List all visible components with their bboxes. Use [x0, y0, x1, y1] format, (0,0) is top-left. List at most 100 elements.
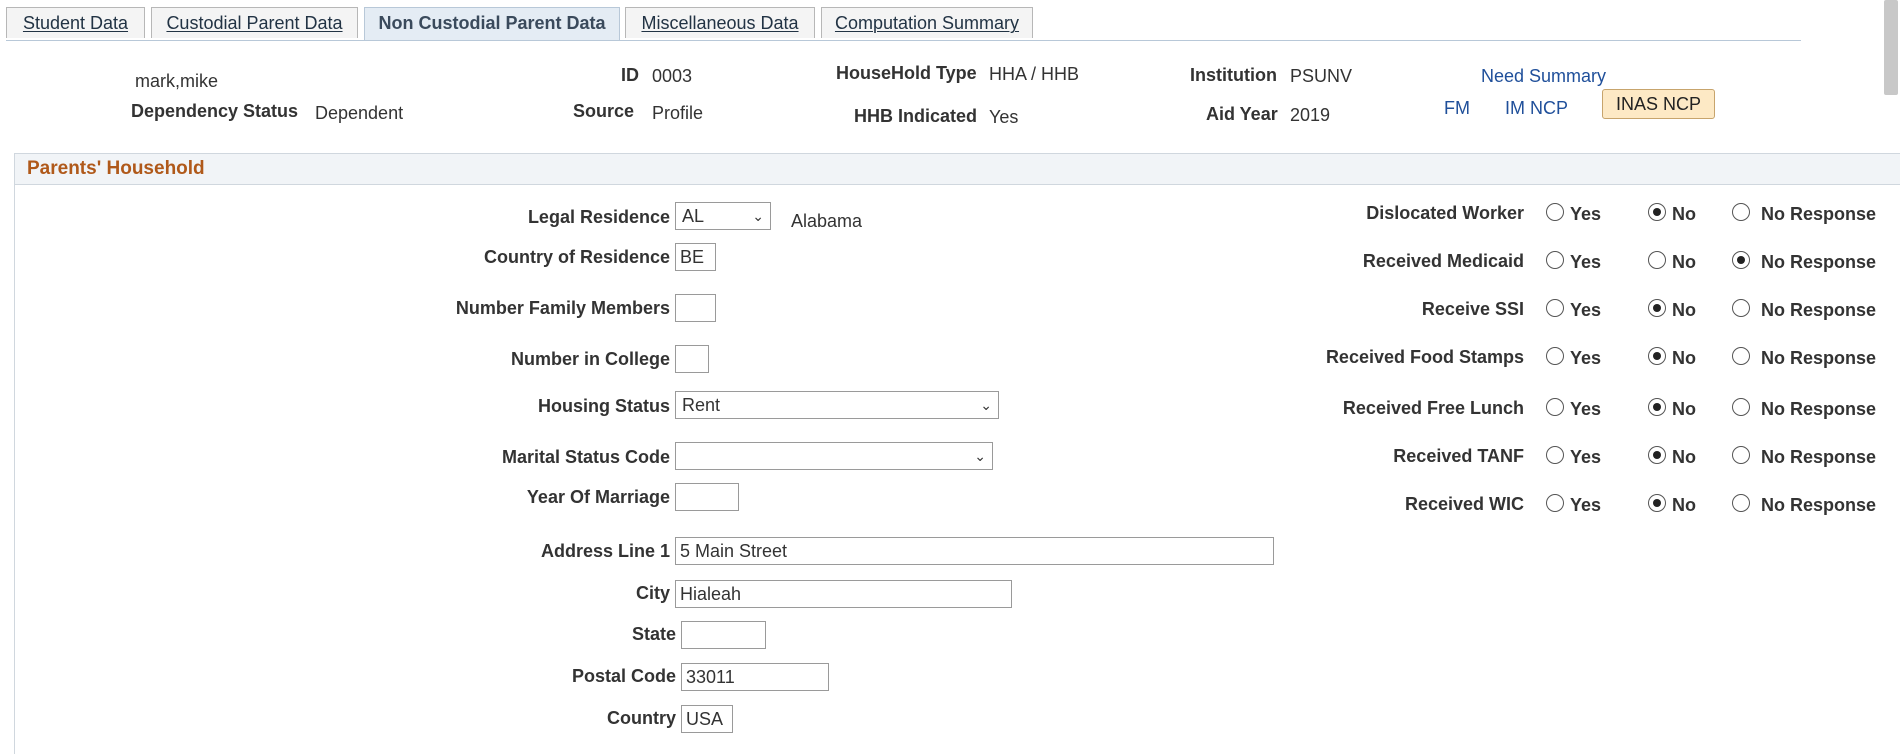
country-of-residence-input[interactable]: BE: [675, 243, 716, 271]
source-label: Source: [573, 101, 635, 121]
city-input[interactable]: Hialeah: [675, 580, 1012, 608]
received-medicaid-no-label: No: [1672, 252, 1696, 272]
receive-ssi-no-response-radio[interactable]: [1732, 299, 1750, 317]
country-of-residence-label: Country of Residence: [483, 247, 670, 267]
household-type-value: HHA / HHB: [989, 64, 1080, 84]
student-name: mark,mike: [135, 71, 219, 91]
dislocated-worker-yes-label: Yes: [1570, 204, 1602, 224]
tab-non-custodial-parent-data[interactable]: Non Custodial Parent Data: [364, 7, 620, 40]
aid-year-value: 2019: [1290, 105, 1331, 125]
received-medicaid-yes-radio[interactable]: [1546, 251, 1564, 269]
received-free-lunch-no-label: No: [1672, 399, 1696, 419]
received-free-lunch-no-radio[interactable]: [1648, 398, 1666, 416]
received-medicaid-yes-label: Yes: [1570, 252, 1602, 272]
received-wic-yes-label: Yes: [1570, 495, 1602, 515]
year-of-marriage-label: Year Of Marriage: [526, 487, 670, 507]
received-tanf-no-radio[interactable]: [1648, 446, 1666, 464]
number-in-college-label: Number in College: [510, 349, 670, 369]
im-ncp-link[interactable]: IM NCP: [1505, 98, 1568, 119]
chevron-down-icon: ⌄: [974, 448, 986, 464]
received-food-stamps-no-response-label: No Response: [1761, 348, 1877, 368]
received-wic-no-label: No: [1672, 495, 1696, 515]
received-food-stamps-label: Received Food Stamps: [1325, 347, 1524, 367]
receive-ssi-no-radio[interactable]: [1648, 299, 1666, 317]
housing-status-value: Rent: [682, 395, 721, 415]
hhb-indicated-value: Yes: [989, 107, 1019, 127]
housing-status-label: Housing Status: [537, 396, 670, 416]
dislocated-worker-no-label: No: [1672, 204, 1696, 224]
legal-residence-description: Alabama: [791, 211, 863, 231]
received-tanf-label: Received TANF: [1393, 446, 1524, 466]
received-food-stamps-no-label: No: [1672, 348, 1696, 368]
city-label: City: [635, 583, 670, 603]
dislocated-worker-label: Dislocated Worker: [1366, 203, 1524, 223]
tab-custodial-parent-data[interactable]: Custodial Parent Data: [151, 7, 358, 38]
tab-bar: Student Data Custodial Parent Data Non C…: [6, 0, 1801, 41]
received-food-stamps-no-response-radio[interactable]: [1732, 347, 1750, 365]
marital-status-code-label: Marital Status Code: [501, 447, 670, 467]
received-medicaid-label: Received Medicaid: [1362, 251, 1524, 271]
received-food-stamps-yes-radio[interactable]: [1546, 347, 1564, 365]
vertical-scrollbar[interactable]: [1884, 0, 1898, 95]
number-family-members-label: Number Family Members: [455, 298, 670, 318]
legal-residence-label: Legal Residence: [527, 207, 670, 227]
receive-ssi-no-label: No: [1672, 300, 1696, 320]
receive-ssi-label: Receive SSI: [1421, 299, 1524, 319]
address-line-1-input[interactable]: 5 Main Street: [675, 537, 1274, 565]
institution-value: PSUNV: [1290, 66, 1353, 86]
received-free-lunch-label: Received Free Lunch: [1342, 398, 1524, 418]
dependency-status-value: Dependent: [315, 103, 404, 123]
housing-status-select[interactable]: Rent ⌄: [675, 391, 999, 419]
number-family-members-input[interactable]: [675, 294, 716, 322]
address-line-1-label: Address Line 1: [540, 541, 670, 561]
marital-status-code-select[interactable]: ⌄: [675, 442, 993, 470]
received-free-lunch-no-response-radio[interactable]: [1732, 398, 1750, 416]
fm-link[interactable]: FM: [1444, 98, 1470, 119]
dislocated-worker-no-radio[interactable]: [1648, 203, 1666, 221]
tab-miscellaneous-data[interactable]: Miscellaneous Data: [625, 7, 815, 38]
received-free-lunch-yes-radio[interactable]: [1546, 398, 1564, 416]
dislocated-worker-no-response-radio[interactable]: [1732, 203, 1750, 221]
receive-ssi-yes-radio[interactable]: [1546, 299, 1564, 317]
household-type-label: HouseHold Type: [836, 63, 977, 83]
section-title: Parents' Household: [27, 158, 205, 179]
received-food-stamps-no-radio[interactable]: [1648, 347, 1666, 365]
year-of-marriage-input[interactable]: [675, 483, 739, 511]
received-tanf-yes-label: Yes: [1570, 447, 1602, 467]
received-wic-no-response-radio[interactable]: [1732, 494, 1750, 512]
receive-ssi-no-response-label: No Response: [1761, 300, 1877, 320]
source-value: Profile: [652, 103, 704, 123]
need-summary-link[interactable]: Need Summary: [1481, 66, 1606, 87]
institution-label: Institution: [1190, 65, 1277, 85]
country-label: Country: [607, 708, 676, 728]
dislocated-worker-yes-radio[interactable]: [1546, 203, 1564, 221]
received-food-stamps-yes-label: Yes: [1570, 348, 1602, 368]
received-wic-label: Received WIC: [1404, 494, 1524, 514]
tab-student-data[interactable]: Student Data: [6, 7, 145, 38]
postal-code-label: Postal Code: [571, 666, 676, 686]
dislocated-worker-no-response-label: No Response: [1761, 204, 1877, 224]
id-label: ID: [621, 65, 639, 85]
country-input[interactable]: USA: [681, 705, 733, 733]
hhb-indicated-label: HHB Indicated: [854, 106, 978, 126]
received-wic-no-response-label: No Response: [1761, 495, 1877, 515]
state-input[interactable]: [681, 621, 766, 649]
received-wic-yes-radio[interactable]: [1546, 494, 1564, 512]
legal-residence-select[interactable]: AL ⌄: [675, 202, 771, 230]
received-medicaid-no-radio[interactable]: [1648, 251, 1666, 269]
chevron-down-icon: ⌄: [752, 208, 764, 224]
postal-code-input[interactable]: 33011: [681, 663, 829, 691]
received-tanf-yes-radio[interactable]: [1546, 446, 1564, 464]
section-header: Parents' Household: [14, 153, 1900, 185]
received-medicaid-no-response-radio[interactable]: [1732, 251, 1750, 269]
received-medicaid-no-response-label: No Response: [1761, 252, 1877, 272]
inas-ncp-button[interactable]: INAS NCP: [1602, 89, 1715, 119]
received-wic-no-radio[interactable]: [1648, 494, 1666, 512]
received-tanf-no-response-radio[interactable]: [1732, 446, 1750, 464]
dependency-status-label: Dependency Status: [131, 101, 299, 121]
received-free-lunch-yes-label: Yes: [1570, 399, 1602, 419]
number-in-college-input[interactable]: [675, 345, 709, 373]
tab-computation-summary[interactable]: Computation Summary: [821, 7, 1033, 38]
legal-residence-value: AL: [682, 206, 705, 226]
id-value: 0003: [652, 66, 693, 86]
